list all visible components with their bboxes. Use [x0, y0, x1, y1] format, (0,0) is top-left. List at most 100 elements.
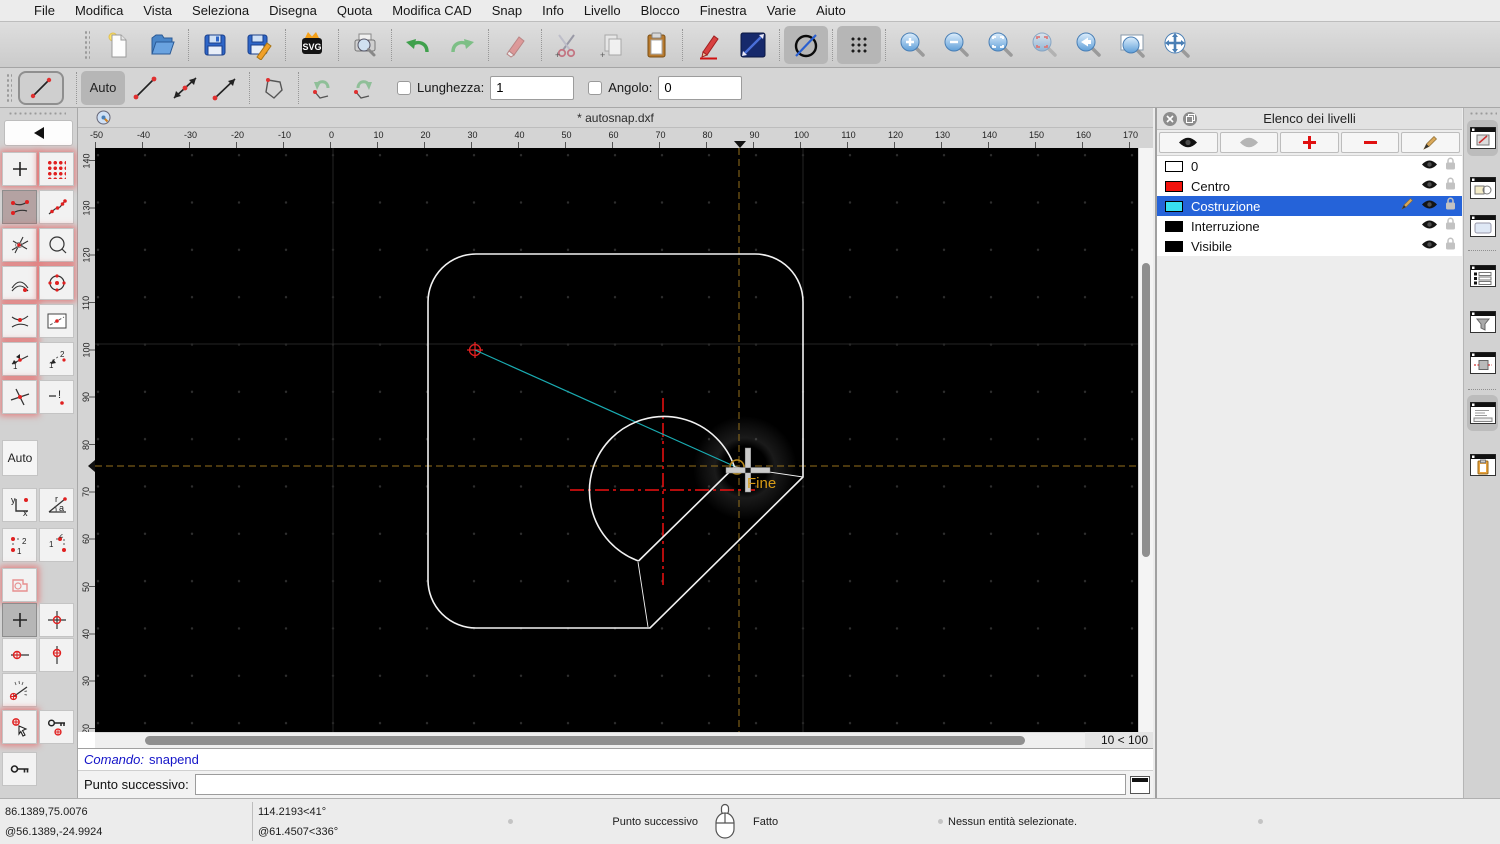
snap-grid-button[interactable]	[39, 152, 74, 186]
attributes-button[interactable]	[731, 25, 775, 65]
dock-entity-list-button[interactable]	[1467, 258, 1498, 294]
unlock-relative-zero-button[interactable]	[2, 752, 37, 786]
menu-item[interactable]: Blocco	[631, 3, 690, 18]
snap-entity-button[interactable]	[39, 190, 74, 224]
lock-relative-zero-button[interactable]	[39, 710, 74, 744]
select-entities-button[interactable]	[2, 568, 37, 602]
menu-item[interactable]: Livello	[574, 3, 631, 18]
hide-all-layers-button[interactable]	[1220, 132, 1279, 153]
set-relative-zero-button[interactable]	[2, 710, 37, 744]
paste-button[interactable]	[634, 25, 678, 65]
back-button[interactable]	[4, 120, 73, 146]
undo-button[interactable]	[396, 25, 440, 65]
menu-item[interactable]: Seleziona	[182, 3, 259, 18]
snap-tangent-button[interactable]	[2, 266, 37, 300]
layer-visibility-icon[interactable]	[1421, 217, 1438, 235]
coordinate-polar-button[interactable]: ra	[39, 488, 74, 522]
layer-row[interactable]: Visibile	[1157, 236, 1462, 256]
snap-reference-button[interactable]: 1	[2, 342, 37, 376]
layer-row[interactable]: Interruzione	[1157, 216, 1462, 236]
zoom-window-button[interactable]	[1110, 25, 1154, 65]
delete-entities-button[interactable]	[493, 25, 537, 65]
dock-clipboard-button[interactable]	[1467, 447, 1498, 483]
line-both-directions-button[interactable]	[165, 71, 205, 105]
layer-lock-icon[interactable]	[1445, 197, 1456, 215]
horizontal-scrollbar-thumb[interactable]	[145, 736, 1025, 745]
toolbar-drag-handle[interactable]	[6, 73, 12, 103]
relative-point-2-button[interactable]: 12	[39, 528, 74, 562]
length-checkbox[interactable]	[397, 81, 411, 95]
line-tool-current-button[interactable]	[18, 71, 64, 105]
dock-block-list-button[interactable]	[1467, 170, 1498, 206]
show-all-layers-button[interactable]	[1159, 132, 1218, 153]
snap-center-button[interactable]	[39, 266, 74, 300]
layer-row[interactable]: 0	[1157, 156, 1462, 176]
snap-intersection-button[interactable]	[2, 228, 37, 262]
menu-item[interactable]: File	[24, 3, 65, 18]
vertical-scrollbar[interactable]	[1138, 148, 1153, 732]
snap-free-button[interactable]	[2, 152, 37, 186]
redo-segment-button[interactable]	[343, 71, 383, 105]
layer-visibility-icon[interactable]	[1421, 157, 1438, 175]
menu-item[interactable]: Aiuto	[806, 3, 856, 18]
polyline-button[interactable]	[254, 71, 294, 105]
menu-item[interactable]: Vista	[133, 3, 182, 18]
close-panel-button[interactable]	[1163, 112, 1177, 126]
layer-row[interactable]: Costruzione	[1157, 196, 1462, 216]
pen-edit-button[interactable]	[687, 25, 731, 65]
layer-lock-icon[interactable]	[1445, 217, 1456, 235]
menu-item[interactable]: Modifica CAD	[382, 3, 481, 18]
restrict-orthogonal-button[interactable]	[39, 603, 74, 637]
line-two-points-button[interactable]	[125, 71, 165, 105]
snap-distance-button[interactable]	[39, 304, 74, 338]
snap-auto-button[interactable]: Auto	[2, 440, 38, 476]
layer-row[interactable]: Centro	[1157, 176, 1462, 196]
construction-mode-button[interactable]	[784, 26, 828, 64]
redo-button[interactable]	[440, 25, 484, 65]
layer-edit-pencil-icon[interactable]	[1401, 197, 1414, 215]
zoom-previous-button[interactable]	[1066, 25, 1110, 65]
menu-item[interactable]: Finestra	[690, 3, 757, 18]
dock-library-button[interactable]	[1467, 208, 1498, 244]
angle-checkbox[interactable]	[588, 81, 602, 95]
length-input[interactable]	[490, 76, 574, 100]
save-button[interactable]	[193, 25, 237, 65]
snap-endpoint-button[interactable]	[2, 190, 37, 224]
drawing-canvas[interactable]: Fine	[95, 148, 1138, 732]
zoom-out-button[interactable]	[934, 25, 978, 65]
menu-item[interactable]: Snap	[482, 3, 532, 18]
new-file-button[interactable]	[96, 25, 140, 65]
command-input[interactable]	[195, 774, 1126, 795]
angle-gauge-button[interactable]	[2, 673, 37, 707]
layer-visibility-icon[interactable]	[1421, 177, 1438, 195]
auto-snap-mode-button[interactable]: Auto	[81, 71, 125, 105]
open-file-button[interactable]	[140, 25, 184, 65]
dock-filter-button[interactable]	[1467, 304, 1498, 340]
layer-lock-icon[interactable]	[1445, 177, 1456, 195]
snap-circle-button[interactable]	[39, 228, 74, 262]
toolbar-drag-handle[interactable]	[84, 30, 90, 60]
dock-section-button[interactable]	[1467, 345, 1498, 381]
restrict-cross-button[interactable]	[2, 380, 37, 414]
remove-layer-button[interactable]	[1341, 132, 1400, 153]
menu-item[interactable]: Info	[532, 3, 574, 18]
layer-visibility-icon[interactable]	[1421, 197, 1438, 215]
vertical-scrollbar-thumb[interactable]	[1142, 263, 1150, 557]
toolbar-drag-handle[interactable]	[8, 111, 66, 116]
zoom-selected-button[interactable]	[1022, 25, 1066, 65]
snap-reference-2-button[interactable]: 12	[39, 342, 74, 376]
zoom-auto-button[interactable]	[978, 25, 1022, 65]
print-preview-button[interactable]	[343, 25, 387, 65]
grid-toggle-button[interactable]	[837, 26, 881, 64]
dock-command-button[interactable]	[1467, 395, 1498, 431]
menu-item[interactable]: Varie	[757, 3, 806, 18]
pan-button[interactable]	[1154, 25, 1198, 65]
layer-lock-icon[interactable]	[1445, 157, 1456, 175]
menu-item[interactable]: Modifica	[65, 3, 133, 18]
menu-item[interactable]: Disegna	[259, 3, 327, 18]
angle-input[interactable]	[658, 76, 742, 100]
copy-button[interactable]: +	[590, 25, 634, 65]
relative-point-button[interactable]: 12	[2, 528, 37, 562]
ray-button[interactable]	[205, 71, 245, 105]
restrict-nothing-button[interactable]	[2, 603, 37, 637]
